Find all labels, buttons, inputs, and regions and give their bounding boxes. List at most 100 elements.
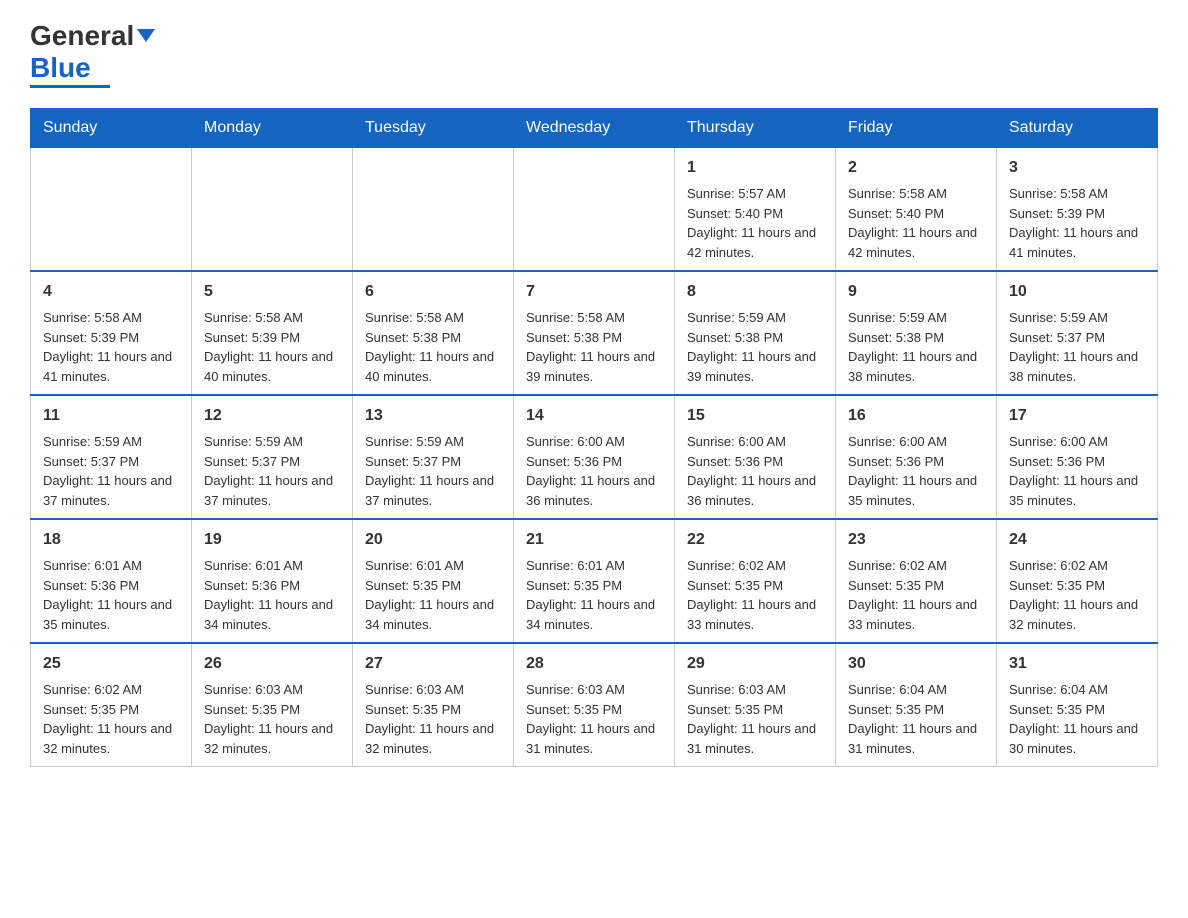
day-info: Sunrise: 6:02 AMSunset: 5:35 PMDaylight:… xyxy=(1009,556,1145,634)
day-number: 8 xyxy=(687,280,823,304)
week-row-5: 25Sunrise: 6:02 AMSunset: 5:35 PMDayligh… xyxy=(31,643,1158,767)
day-info: Sunrise: 6:01 AMSunset: 5:36 PMDaylight:… xyxy=(204,556,340,634)
day-number: 17 xyxy=(1009,404,1145,428)
day-info: Sunrise: 6:00 AMSunset: 5:36 PMDaylight:… xyxy=(526,432,662,510)
cell-w5-d4: 28 Sunrise: 6:03 AMSunset: 5:35 PMDayligh… xyxy=(514,643,675,767)
cell-w3-d4: 14 Sunrise: 6:00 AMSunset: 5:36 PMDayligh… xyxy=(514,395,675,519)
day-number: 28 xyxy=(526,652,662,676)
day-info: Sunrise: 6:04 AMSunset: 5:35 PMDaylight:… xyxy=(1009,680,1145,758)
cell-w5-d6: 30 Sunrise: 6:04 AMSunset: 5:35 PMDayligh… xyxy=(836,643,997,767)
cell-w1-d4 xyxy=(514,148,675,272)
day-number: 15 xyxy=(687,404,823,428)
day-info: Sunrise: 5:59 AMSunset: 5:37 PMDaylight:… xyxy=(204,432,340,510)
cell-w3-d7: 17 Sunrise: 6:00 AMSunset: 5:36 PMDayligh… xyxy=(997,395,1158,519)
logo-general-text: General xyxy=(30,20,134,52)
cell-w4-d1: 18 Sunrise: 6:01 AMSunset: 5:36 PMDayligh… xyxy=(31,519,192,643)
cell-w1-d3 xyxy=(353,148,514,272)
day-number: 5 xyxy=(204,280,340,304)
day-info: Sunrise: 6:00 AMSunset: 5:36 PMDaylight:… xyxy=(848,432,984,510)
cell-w4-d4: 21 Sunrise: 6:01 AMSunset: 5:35 PMDayligh… xyxy=(514,519,675,643)
day-number: 14 xyxy=(526,404,662,428)
day-number: 2 xyxy=(848,156,984,180)
day-info: Sunrise: 5:58 AMSunset: 5:39 PMDaylight:… xyxy=(43,308,179,386)
day-number: 26 xyxy=(204,652,340,676)
cell-w2-d7: 10Sunrise: 5:59 AMSunset: 5:37 PMDayligh… xyxy=(997,271,1158,395)
day-info: Sunrise: 6:03 AMSunset: 5:35 PMDaylight:… xyxy=(204,680,340,758)
header-saturday: Saturday xyxy=(997,109,1158,148)
day-info: Sunrise: 5:59 AMSunset: 5:38 PMDaylight:… xyxy=(848,308,984,386)
day-number: 24 xyxy=(1009,528,1145,552)
cell-w3-d2: 12 Sunrise: 5:59 AMSunset: 5:37 PMDayligh… xyxy=(192,395,353,519)
cell-w2-d2: 5 Sunrise: 5:58 AMSunset: 5:39 PMDaylight… xyxy=(192,271,353,395)
calendar-table: SundayMondayTuesdayWednesdayThursdayFrid… xyxy=(30,108,1158,767)
day-info: Sunrise: 5:58 AMSunset: 5:39 PMDaylight:… xyxy=(204,308,340,386)
day-number: 27 xyxy=(365,652,501,676)
week-row-3: 11 Sunrise: 5:59 AMSunset: 5:37 PMDayligh… xyxy=(31,395,1158,519)
day-info: Sunrise: 6:01 AMSunset: 5:36 PMDaylight:… xyxy=(43,556,179,634)
cell-w4-d7: 24 Sunrise: 6:02 AMSunset: 5:35 PMDayligh… xyxy=(997,519,1158,643)
day-info: Sunrise: 6:04 AMSunset: 5:35 PMDaylight:… xyxy=(848,680,984,758)
day-number: 18 xyxy=(43,528,179,552)
week-row-1: 1Sunrise: 5:57 AMSunset: 5:40 PMDaylight… xyxy=(31,148,1158,272)
day-info: Sunrise: 6:01 AMSunset: 5:35 PMDaylight:… xyxy=(526,556,662,634)
day-info: Sunrise: 5:58 AMSunset: 5:38 PMDaylight:… xyxy=(526,308,662,386)
cell-w4-d5: 22 Sunrise: 6:02 AMSunset: 5:35 PMDayligh… xyxy=(675,519,836,643)
day-info: Sunrise: 6:01 AMSunset: 5:35 PMDaylight:… xyxy=(365,556,501,634)
cell-w1-d1 xyxy=(31,148,192,272)
day-number: 3 xyxy=(1009,156,1145,180)
cell-w1-d2 xyxy=(192,148,353,272)
day-number: 22 xyxy=(687,528,823,552)
cell-w4-d3: 20 Sunrise: 6:01 AMSunset: 5:35 PMDayligh… xyxy=(353,519,514,643)
cell-w5-d1: 25Sunrise: 6:02 AMSunset: 5:35 PMDayligh… xyxy=(31,643,192,767)
logo-blue-text: Blue xyxy=(30,52,91,83)
cell-w2-d4: 7Sunrise: 5:58 AMSunset: 5:38 PMDaylight… xyxy=(514,271,675,395)
day-number: 12 xyxy=(204,404,340,428)
cell-w4-d2: 19 Sunrise: 6:01 AMSunset: 5:36 PMDayligh… xyxy=(192,519,353,643)
day-info: Sunrise: 6:03 AMSunset: 5:35 PMDaylight:… xyxy=(526,680,662,758)
day-number: 23 xyxy=(848,528,984,552)
day-number: 30 xyxy=(848,652,984,676)
day-info: Sunrise: 6:02 AMSunset: 5:35 PMDaylight:… xyxy=(848,556,984,634)
day-info: Sunrise: 6:00 AMSunset: 5:36 PMDaylight:… xyxy=(1009,432,1145,510)
day-number: 4 xyxy=(43,280,179,304)
calendar-header: SundayMondayTuesdayWednesdayThursdayFrid… xyxy=(31,109,1158,148)
day-info: Sunrise: 5:58 AMSunset: 5:40 PMDaylight:… xyxy=(848,184,984,262)
day-number: 19 xyxy=(204,528,340,552)
day-info: Sunrise: 5:59 AMSunset: 5:37 PMDaylight:… xyxy=(1009,308,1145,386)
days-of-week-row: SundayMondayTuesdayWednesdayThursdayFrid… xyxy=(31,109,1158,148)
day-number: 25 xyxy=(43,652,179,676)
header-friday: Friday xyxy=(836,109,997,148)
cell-w3-d3: 13 Sunrise: 5:59 AMSunset: 5:37 PMDayligh… xyxy=(353,395,514,519)
header-tuesday: Tuesday xyxy=(353,109,514,148)
day-info: Sunrise: 6:00 AMSunset: 5:36 PMDaylight:… xyxy=(687,432,823,510)
day-number: 1 xyxy=(687,156,823,180)
cell-w3-d6: 16Sunrise: 6:00 AMSunset: 5:36 PMDayligh… xyxy=(836,395,997,519)
cell-w2-d1: 4 Sunrise: 5:58 AMSunset: 5:39 PMDaylight… xyxy=(31,271,192,395)
cell-w5-d3: 27 Sunrise: 6:03 AMSunset: 5:35 PMDayligh… xyxy=(353,643,514,767)
day-number: 6 xyxy=(365,280,501,304)
day-info: Sunrise: 6:03 AMSunset: 5:35 PMDaylight:… xyxy=(365,680,501,758)
day-info: Sunrise: 6:02 AMSunset: 5:35 PMDaylight:… xyxy=(687,556,823,634)
cell-w4-d6: 23 Sunrise: 6:02 AMSunset: 5:35 PMDayligh… xyxy=(836,519,997,643)
day-number: 13 xyxy=(365,404,501,428)
header-monday: Monday xyxy=(192,109,353,148)
cell-w3-d1: 11 Sunrise: 5:59 AMSunset: 5:37 PMDayligh… xyxy=(31,395,192,519)
cell-w5-d2: 26 Sunrise: 6:03 AMSunset: 5:35 PMDayligh… xyxy=(192,643,353,767)
day-number: 31 xyxy=(1009,652,1145,676)
cell-w1-d7: 3Sunrise: 5:58 AMSunset: 5:39 PMDaylight… xyxy=(997,148,1158,272)
header-sunday: Sunday xyxy=(31,109,192,148)
day-info: Sunrise: 5:59 AMSunset: 5:37 PMDaylight:… xyxy=(43,432,179,510)
cell-w2-d3: 6Sunrise: 5:58 AMSunset: 5:38 PMDaylight… xyxy=(353,271,514,395)
day-number: 21 xyxy=(526,528,662,552)
day-info: Sunrise: 5:59 AMSunset: 5:38 PMDaylight:… xyxy=(687,308,823,386)
day-info: Sunrise: 5:59 AMSunset: 5:37 PMDaylight:… xyxy=(365,432,501,510)
day-number: 29 xyxy=(687,652,823,676)
day-info: Sunrise: 6:03 AMSunset: 5:35 PMDaylight:… xyxy=(687,680,823,758)
logo: General Blue xyxy=(30,20,155,88)
cell-w3-d5: 15 Sunrise: 6:00 AMSunset: 5:36 PMDayligh… xyxy=(675,395,836,519)
cell-w1-d6: 2 Sunrise: 5:58 AMSunset: 5:40 PMDaylight… xyxy=(836,148,997,272)
day-number: 20 xyxy=(365,528,501,552)
day-number: 11 xyxy=(43,404,179,428)
week-row-4: 18 Sunrise: 6:01 AMSunset: 5:36 PMDayligh… xyxy=(31,519,1158,643)
cell-w1-d5: 1Sunrise: 5:57 AMSunset: 5:40 PMDaylight… xyxy=(675,148,836,272)
